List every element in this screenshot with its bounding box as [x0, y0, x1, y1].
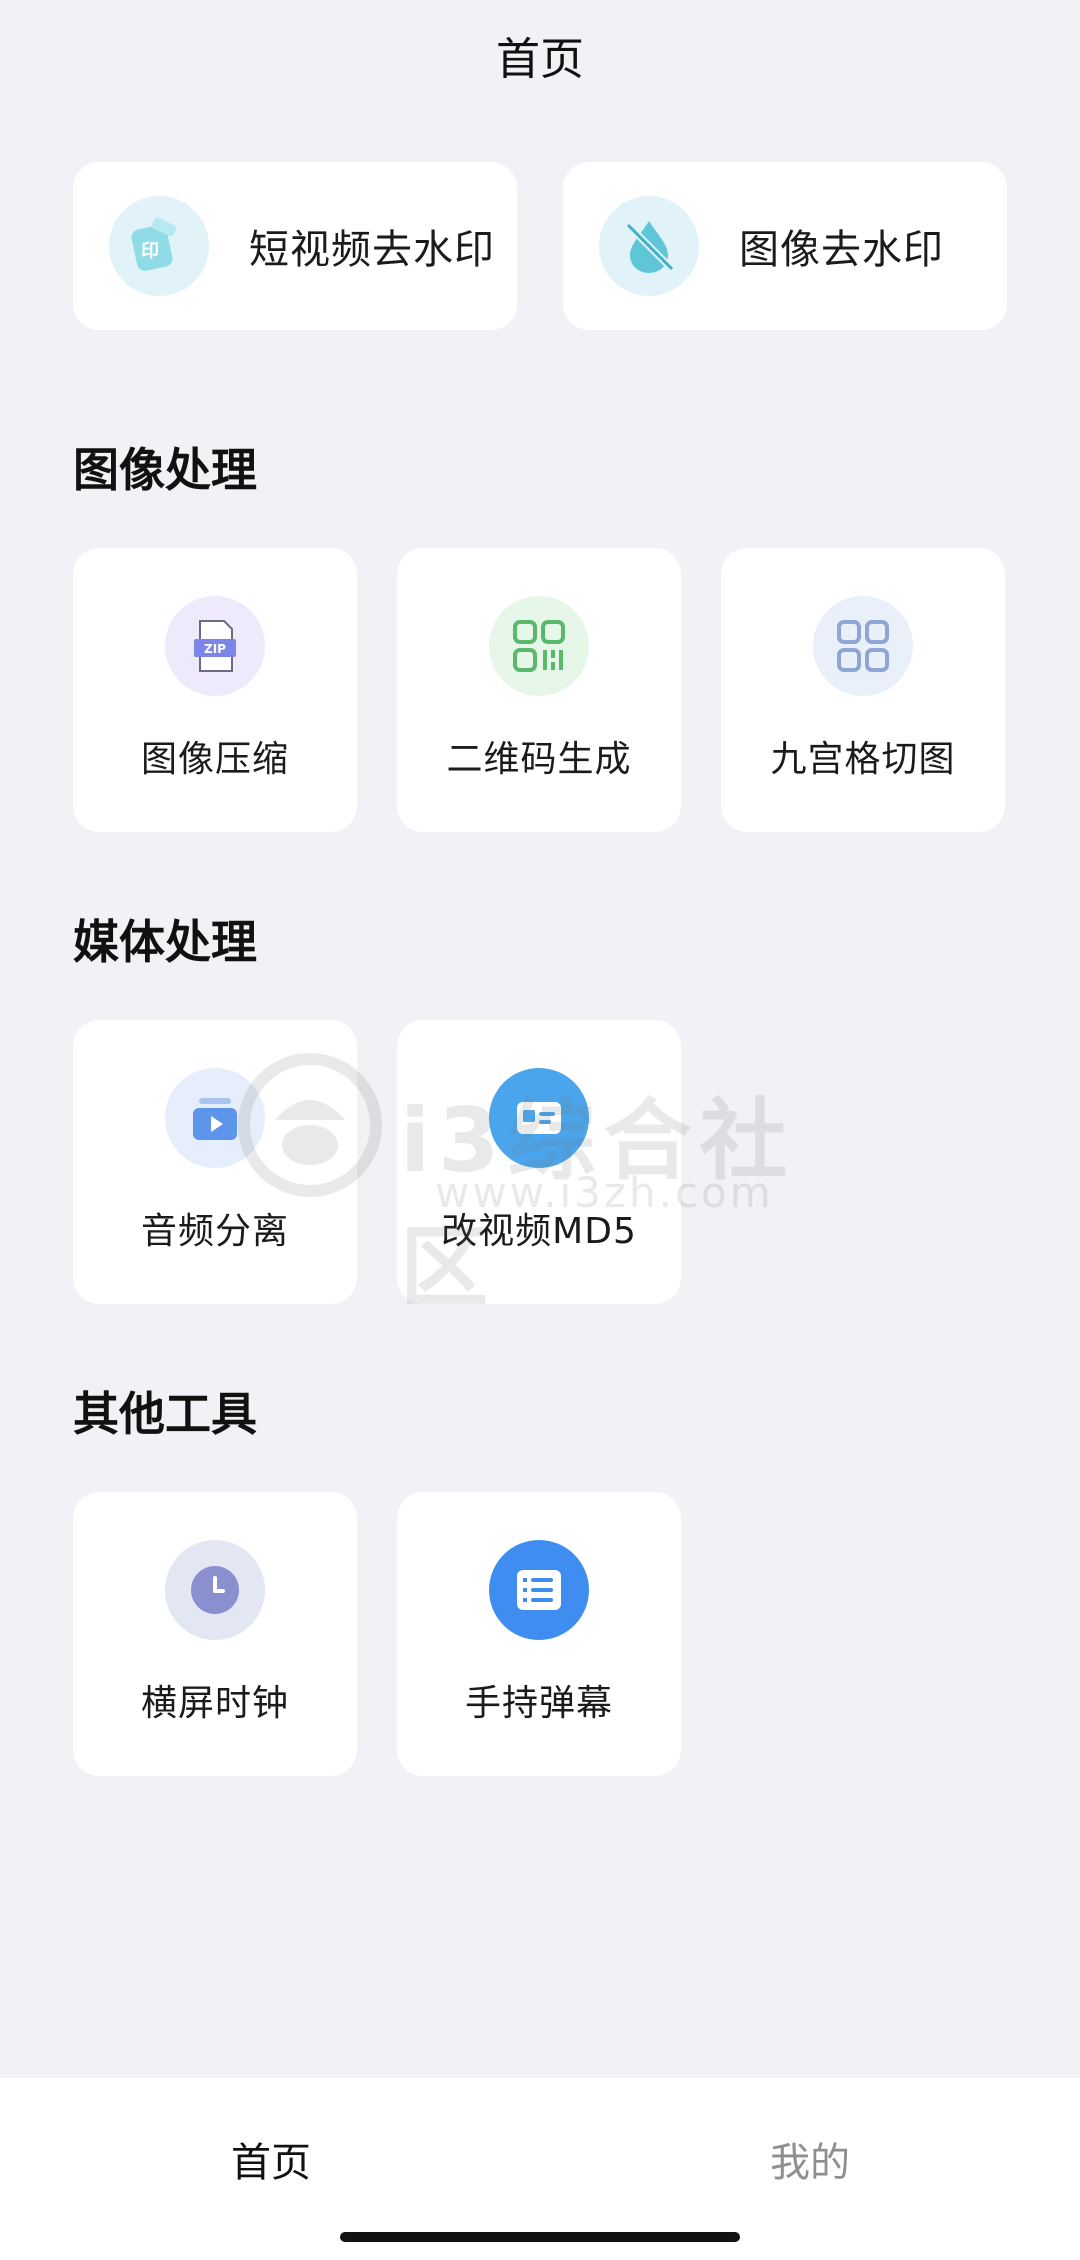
grid-icon [813, 596, 913, 696]
section-title-other: 其他工具 [73, 1387, 257, 1441]
tile-label: 改视频MD5 [441, 1211, 637, 1252]
tile-audio-separate[interactable]: 音频分离 [73, 1020, 357, 1304]
tile-image-compress[interactable]: ZIP 图像压缩 [73, 548, 357, 832]
tile-label: 音频分离 [140, 1211, 289, 1252]
list-icon [489, 1540, 589, 1640]
clock-icon [165, 1540, 265, 1640]
page-title: 首页 [496, 34, 584, 85]
tile-video-md5[interactable]: 改视频MD5 [397, 1020, 681, 1304]
svg-text:ZIP: ZIP [204, 642, 226, 656]
svg-text:印: 印 [141, 241, 159, 262]
image-watermark-card[interactable]: 图像去水印 [563, 162, 1007, 330]
home-indicator [340, 2232, 740, 2242]
qrcode-icon [489, 596, 589, 696]
tile-label: 横屏时钟 [140, 1683, 289, 1724]
tile-label: 九宫格切图 [770, 739, 956, 780]
tile-label: 手持弹幕 [464, 1683, 613, 1724]
nav-home-tab[interactable]: 首页 [231, 2130, 311, 2188]
short-video-watermark-card[interactable]: 印 短视频去水印 [73, 162, 517, 330]
section-title-image: 图像处理 [73, 443, 257, 497]
audio-video-icon [165, 1068, 265, 1168]
tile-handheld-danmaku[interactable]: 手持弹幕 [397, 1492, 681, 1776]
video-watermark-icon: 印 [109, 196, 209, 296]
tile-qrcode[interactable]: 二维码生成 [397, 548, 681, 832]
nav-mine-tab[interactable]: 我的 [770, 2130, 850, 2188]
tile-label: 二维码生成 [446, 739, 632, 780]
section-title-media: 媒体处理 [73, 915, 257, 969]
image-watermark-icon [599, 196, 699, 296]
feature-label: 图像去水印 [739, 227, 944, 273]
zip-icon: ZIP [165, 596, 265, 696]
id-card-icon [489, 1068, 589, 1168]
feature-label: 短视频去水印 [249, 227, 495, 273]
tile-label: 图像压缩 [140, 739, 289, 780]
tile-nine-grid[interactable]: 九宫格切图 [721, 548, 1005, 832]
tile-landscape-clock[interactable]: 横屏时钟 [73, 1492, 357, 1776]
home-page: 首页 印 短视频去水印 图像去水印 图像处理 ZIP 图像压缩 二维码生成 九宫… [0, 0, 1080, 2260]
